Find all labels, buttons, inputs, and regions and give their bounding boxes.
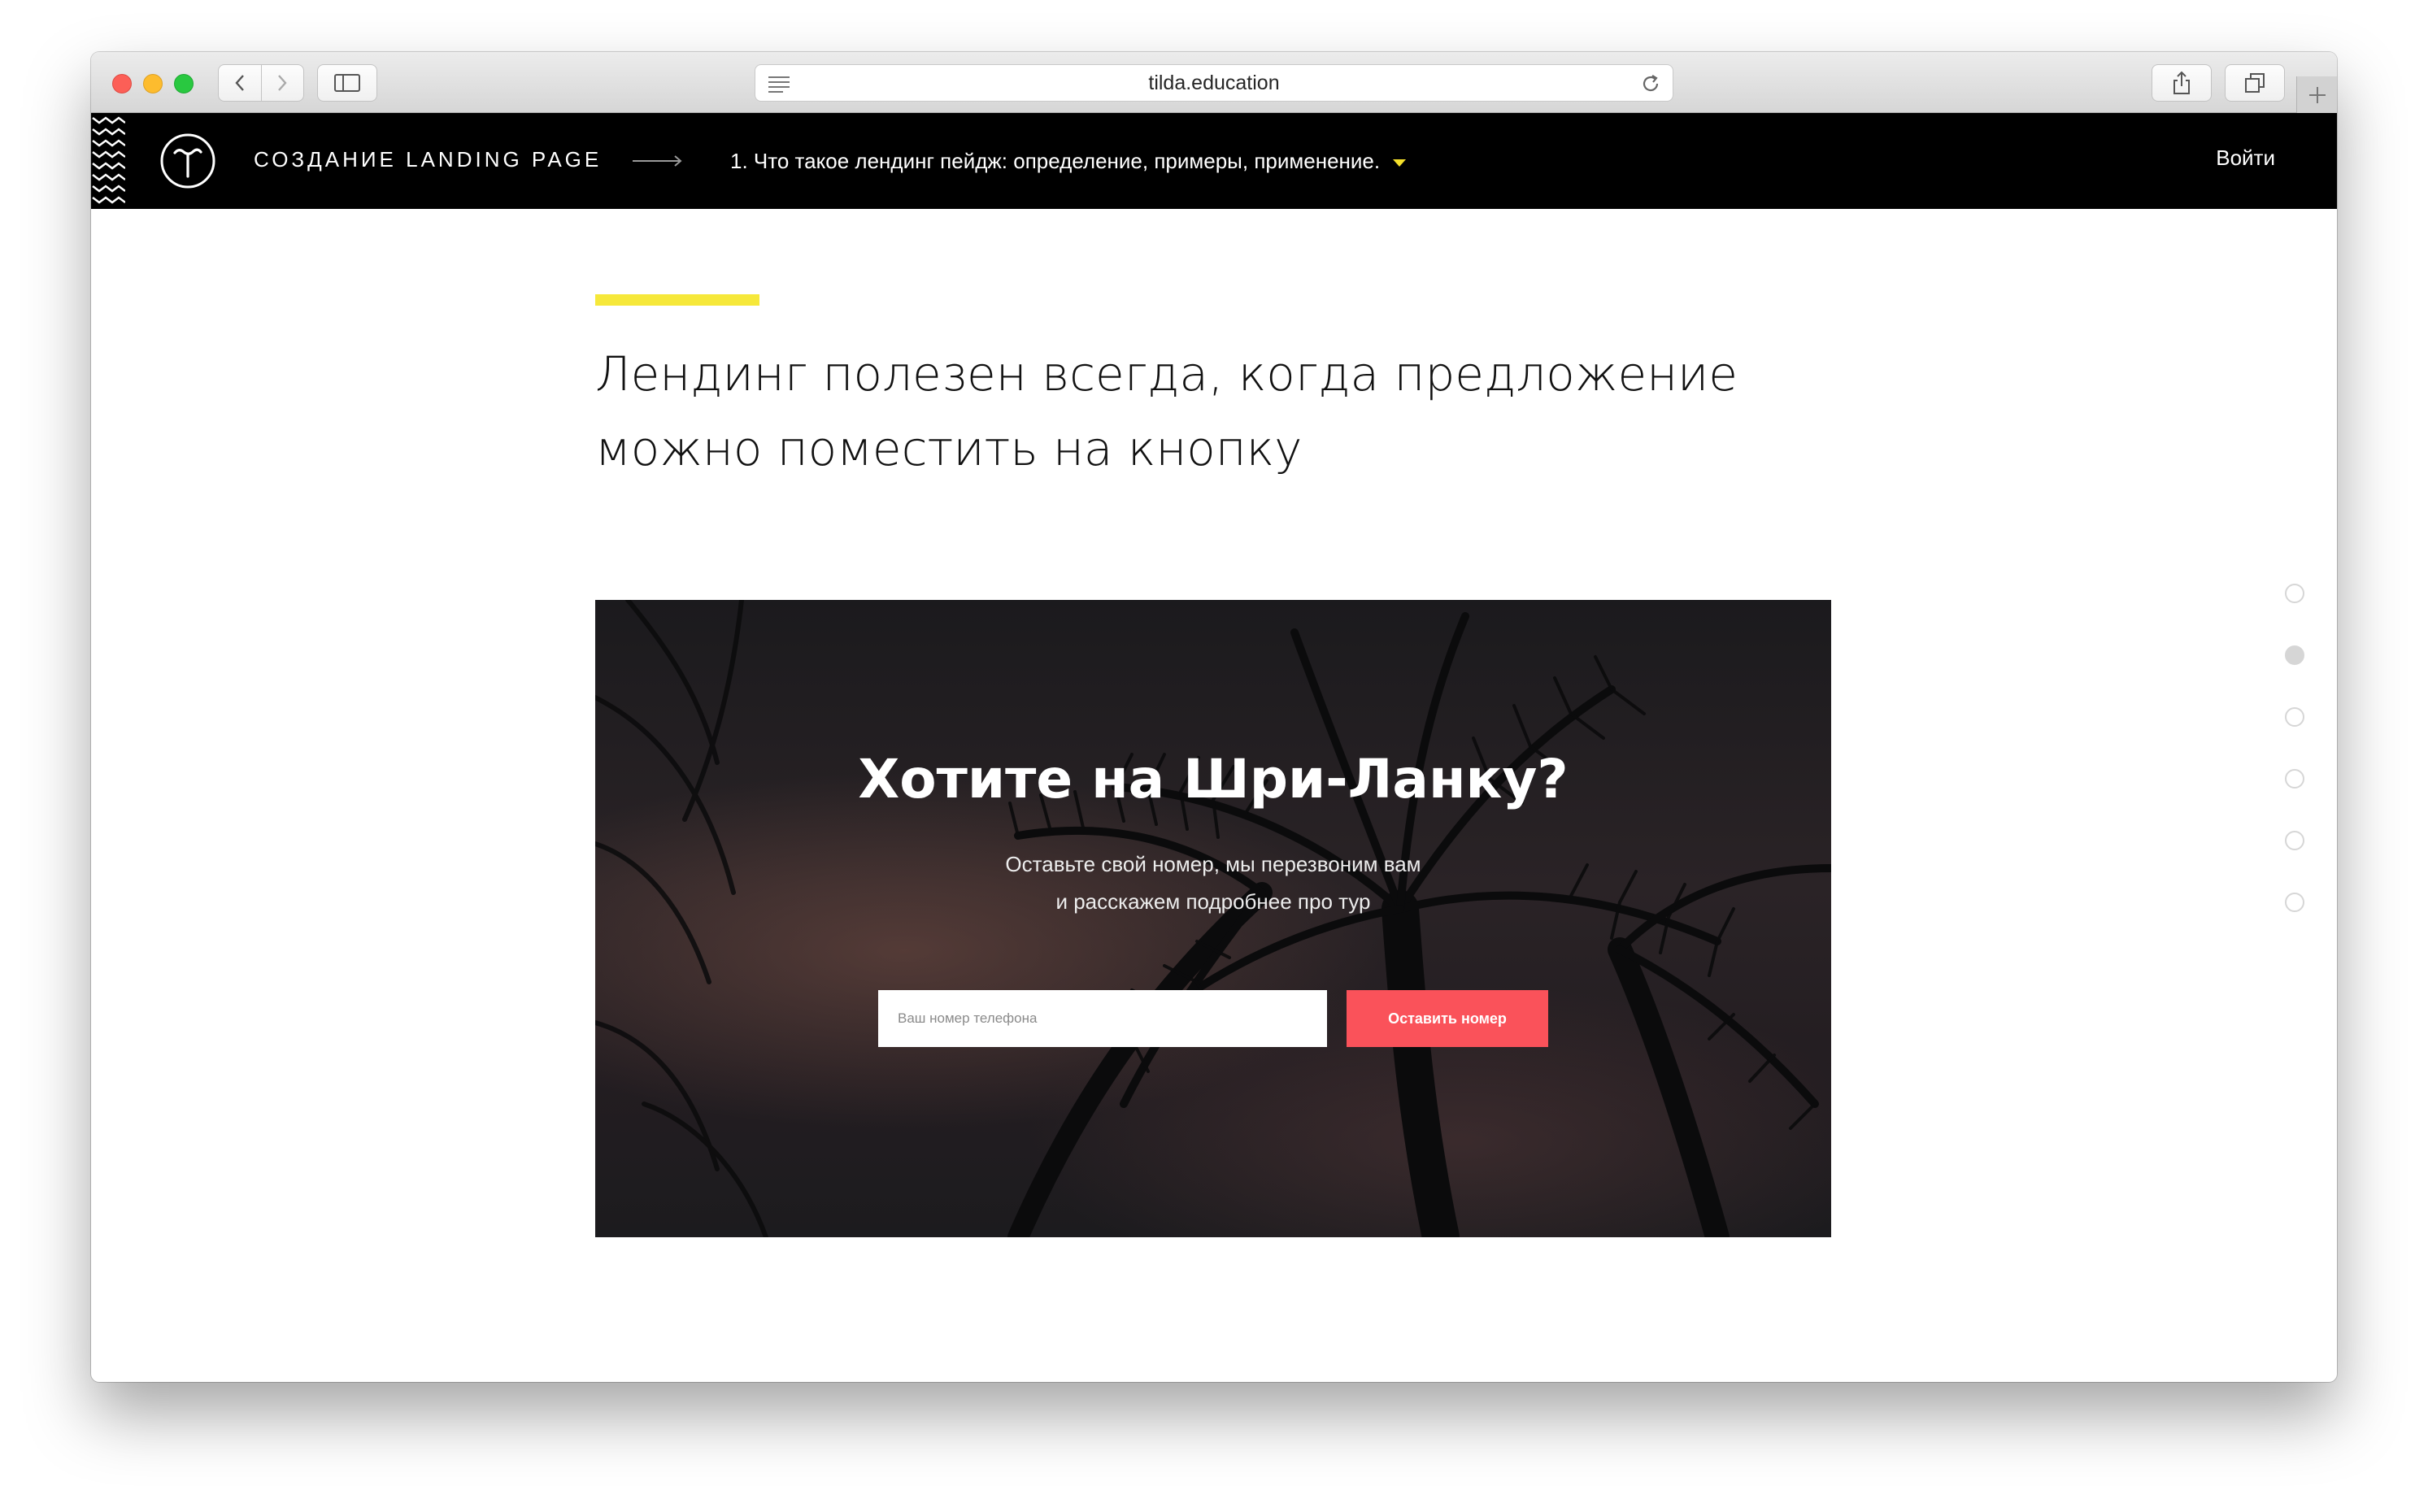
example-landing-banner: Хотите на Шри-Ланку? Оставьте свой номер… [595,600,1831,1237]
browser-toolbar: tilda.education [91,52,2337,113]
section-dot-5[interactable] [2285,831,2304,850]
course-title[interactable]: СОЗДАНИЕ LANDING PAGE [254,147,602,172]
browser-window: tilda.education СОЗДАНИЕ LANDING PAGE 1.… [91,52,2337,1382]
section-dot-2[interactable] [2285,645,2304,665]
lesson-dropdown[interactable]: 1. Что такое лендинг пейдж: определение,… [730,149,1407,174]
window-minimize-button[interactable] [143,74,163,93]
headline-line-1: Лендинг полезен всегда, когда предложени… [595,346,1738,402]
forward-button[interactable] [260,65,303,101]
show-tabs-button[interactable] [2225,64,2285,102]
phone-input[interactable] [878,990,1327,1047]
login-link[interactable]: Войти [2216,146,2275,171]
reload-icon[interactable] [1640,73,1661,94]
section-nav-dots [2285,584,2309,954]
lesson-title: 1. Что такое лендинг пейдж: определение,… [730,149,1381,173]
banner-title: Хотите на Шри-Ланку? [858,748,1569,810]
sidebar-icon [334,74,360,92]
window-close-button[interactable] [112,74,132,93]
section-dot-1[interactable] [2285,584,2304,603]
window-zoom-button[interactable] [174,74,194,93]
site-header: СОЗДАНИЕ LANDING PAGE 1. Что такое ленди… [91,113,2337,209]
headline-line-2: можно поместить на кнопку [595,421,1303,476]
arrow-right-icon [633,155,682,167]
banner-subtitle-line-1: Оставьте свой номер, мы перезвоним вам [1005,852,1421,876]
sidebar-button[interactable] [317,64,377,102]
tilda-logo[interactable] [159,133,216,189]
share-icon [2173,71,2190,94]
section-dot-6[interactable] [2285,893,2304,912]
address-url: tilda.education [1148,71,1280,94]
new-tab-button[interactable] [2296,76,2337,113]
page-headline: Лендинг полезен всегда, когда предложени… [595,337,1815,486]
submit-phone-button[interactable]: Оставить номер [1347,990,1548,1047]
caret-down-icon [1393,159,1407,167]
banner-subtitle-line-2: и расскажем подробнее про тур [1055,889,1371,914]
reader-icon[interactable] [767,75,791,93]
address-bar[interactable]: tilda.education [755,64,1673,102]
back-icon [235,75,244,91]
tabs-icon [2245,73,2265,93]
share-button[interactable] [2152,64,2212,102]
accent-bar [595,294,759,306]
plus-icon [2308,86,2326,103]
back-button[interactable] [219,65,261,101]
forward-icon [278,75,288,91]
zigzag-decoration [91,113,125,209]
section-dot-3[interactable] [2285,707,2304,727]
banner-subtitle: Оставьте свой номер, мы перезвоним вам и… [595,845,1831,920]
section-dot-4[interactable] [2285,769,2304,789]
history-nav-group [218,64,304,102]
